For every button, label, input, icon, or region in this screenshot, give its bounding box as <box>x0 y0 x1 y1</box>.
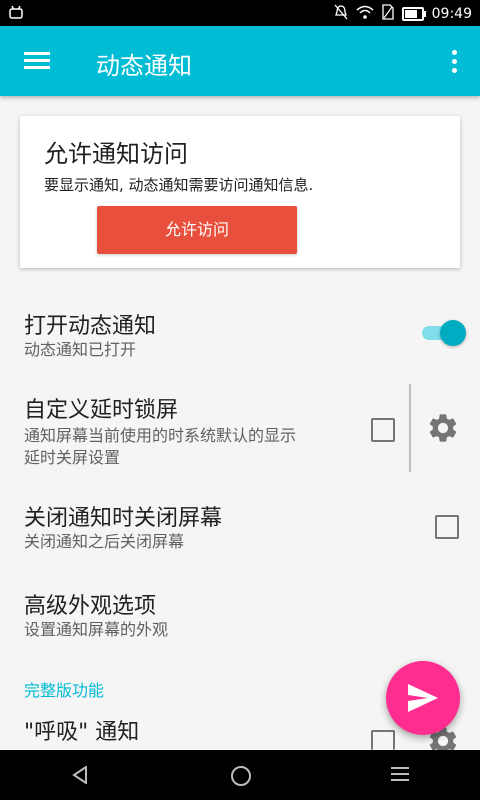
gear-icon[interactable] <box>426 411 460 445</box>
app-bar: 动态通知 <box>0 26 480 96</box>
mute-icon <box>334 4 348 24</box>
setting-custom-lock-delay[interactable]: 自定义延时锁屏 通知屏幕当前使用的时系统默认的显示 延时关屏设置 <box>0 380 480 476</box>
allow-access-button[interactable]: 允许访问 <box>97 206 297 254</box>
setting-title: "呼吸" 通知 <box>24 720 140 745</box>
setting-screen-off-on-dismiss[interactable]: 关闭通知时关闭屏幕 关闭通知之后关闭屏幕 <box>0 488 480 564</box>
setting-advanced-appearance[interactable]: 高级外观选项 设置通知屏幕的外观 <box>0 576 480 652</box>
navigation-bar <box>0 750 480 800</box>
status-time: 09:49 <box>431 6 472 22</box>
more-vert-icon[interactable] <box>450 50 458 74</box>
android-icon <box>8 5 24 23</box>
setting-title: 自定义延时锁屏 <box>24 398 179 423</box>
card-title: 允许通知访问 <box>44 140 188 168</box>
hamburger-menu-icon[interactable] <box>24 52 50 70</box>
screen-off-checkbox[interactable] <box>435 515 459 539</box>
section-header-full-version: 完整版功能 <box>24 681 105 700</box>
send-fab-button[interactable] <box>386 661 460 735</box>
setting-enable-notifications[interactable]: 打开动态通知 动态通知已打开 <box>0 296 480 372</box>
battery-icon <box>401 7 426 21</box>
setting-subtitle-line-2: 延时关屏设置 <box>24 448 121 467</box>
setting-title: 关闭通知时关闭屏幕 <box>24 506 223 531</box>
vertical-divider <box>409 384 411 472</box>
breathing-checkbox[interactable] <box>371 730 395 750</box>
home-icon[interactable] <box>231 766 251 786</box>
app-title: 动态通知 <box>96 52 192 80</box>
setting-subtitle-line-1: 通知屏幕当前使用的时系统默认的显示 <box>24 426 297 445</box>
menu-icon[interactable] <box>391 767 409 781</box>
enable-notifications-toggle[interactable] <box>420 320 468 346</box>
setting-subtitle: 设置通知屏幕的外观 <box>24 620 169 639</box>
status-bar: 09:49 <box>0 0 480 26</box>
card-description: 要显示通知, 动态通知需要访问通知信息. <box>44 176 314 194</box>
send-icon <box>408 684 438 712</box>
no-sim-icon <box>381 4 394 24</box>
setting-title: 高级外观选项 <box>24 594 157 619</box>
custom-lock-delay-checkbox[interactable] <box>371 418 395 442</box>
wifi-icon <box>356 5 374 23</box>
setting-subtitle: 动态通知已打开 <box>24 340 137 359</box>
back-icon[interactable] <box>72 765 88 788</box>
setting-subtitle: 关闭通知之后关闭屏幕 <box>24 532 185 551</box>
setting-title: 打开动态通知 <box>24 314 157 339</box>
permission-card: 允许通知访问 要显示通知, 动态通知需要访问通知信息. 允许访问 <box>20 116 460 268</box>
